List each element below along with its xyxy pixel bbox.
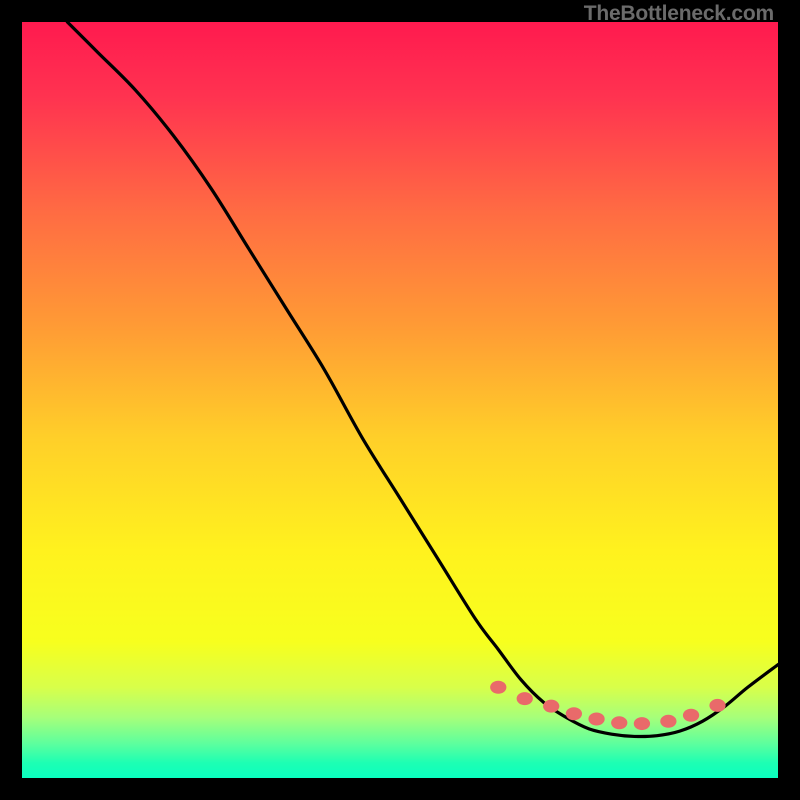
marker-dot: [490, 681, 506, 694]
marker-dot: [634, 717, 650, 730]
marker-dot: [517, 692, 533, 705]
marker-dot: [543, 700, 559, 713]
gradient-bg: [22, 22, 778, 778]
marker-dot: [683, 709, 699, 722]
marker-dot: [566, 707, 582, 720]
marker-dot: [611, 716, 627, 729]
chart-frame: [22, 22, 778, 778]
marker-dot: [709, 699, 725, 712]
marker-dot: [588, 713, 604, 726]
chart-svg: [22, 22, 778, 778]
marker-dot: [660, 715, 676, 728]
watermark-text: TheBottleneck.com: [584, 2, 774, 26]
